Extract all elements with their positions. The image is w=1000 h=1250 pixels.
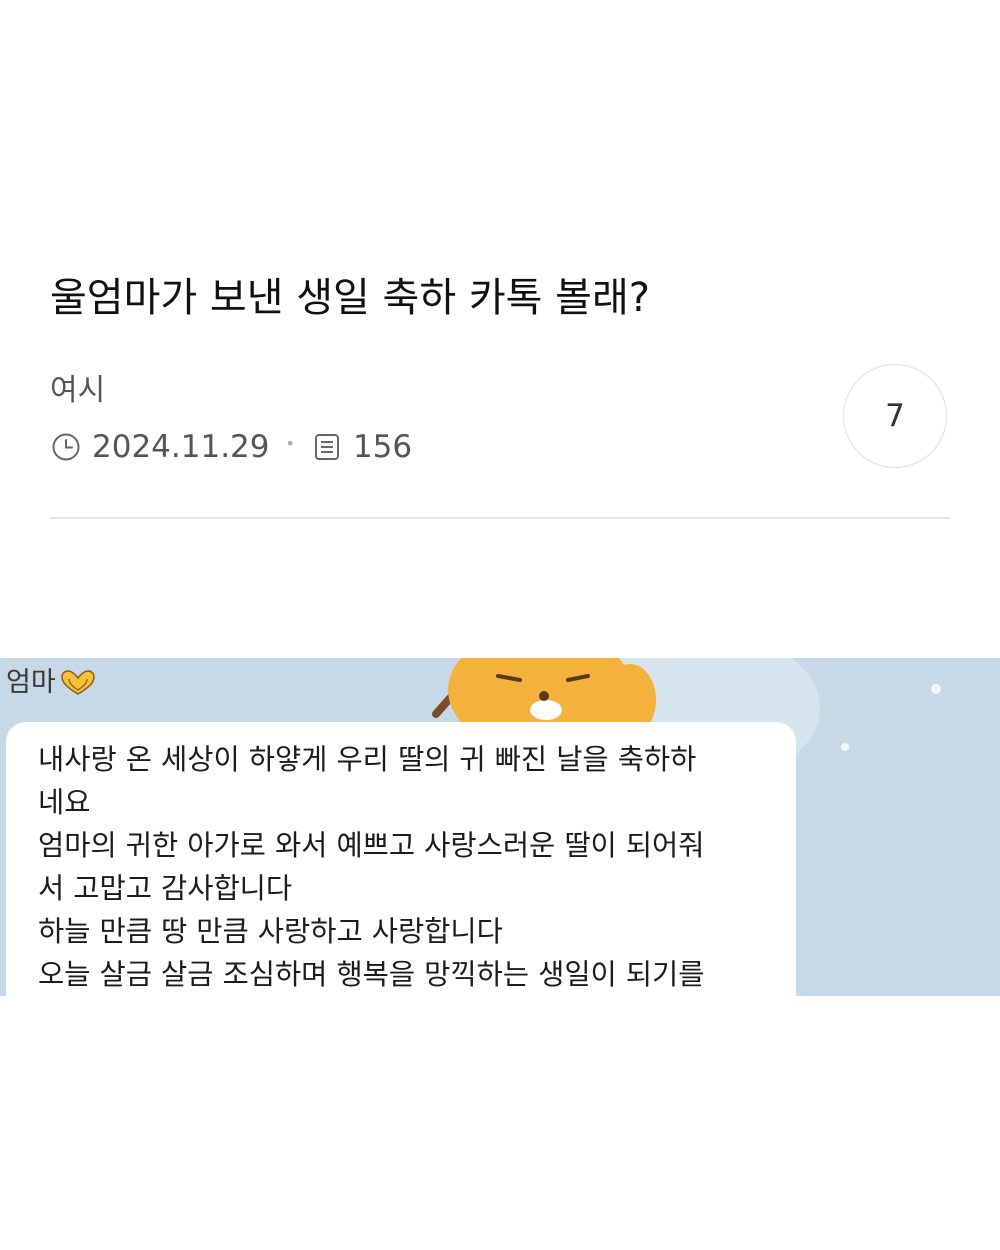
- post-title: 울엄마가 보낸 생일 축하 카톡 볼래?: [50, 275, 651, 321]
- sparkle-decoration: [931, 684, 941, 694]
- clock-icon: [50, 431, 82, 463]
- message-line: 오늘 살금 살금 조심하며 행복을 망끽하는 생일이 되기를: [38, 958, 705, 991]
- message-line: 서 고맙고 감사합니다: [38, 872, 293, 905]
- comment-count: 7: [885, 398, 905, 434]
- message-line: 내사랑 온 세상이 하얗게 우리 딸의 귀 빠진 날을 축하하: [38, 743, 697, 776]
- message-line: 엄마의 귀한 아가로 와서 예쁘고 사랑스러운 딸이 되어줘: [38, 829, 705, 862]
- meta-separator: •: [285, 433, 295, 453]
- message-line: 네요: [38, 786, 91, 819]
- post-date: 2024.11.29: [92, 429, 270, 465]
- chat-sender: 엄마: [6, 664, 96, 702]
- sparkle-decoration: [841, 743, 849, 751]
- heart-hands-icon: [60, 670, 96, 696]
- header-divider: [50, 517, 950, 519]
- sender-name: 엄마: [6, 667, 56, 698]
- document-list-icon: [311, 431, 343, 463]
- author-name[interactable]: 여시: [50, 370, 105, 412]
- post-meta: 2024.11.29 • 156: [50, 424, 412, 470]
- chat-screenshot: 엄마 내사랑 온 세상이 하얗게 우리 딸의 귀 빠진 날을 축하하 네요 엄마…: [0, 658, 1000, 996]
- message-line: 하늘 만큼 땅 만큼 사랑하고 사랑합니다: [38, 915, 503, 948]
- post-header: 울엄마가 보낸 생일 축하 카톡 볼래? 여시 2024.11.29 • 156…: [0, 0, 1000, 560]
- message-bubble[interactable]: 내사랑 온 세상이 하얗게 우리 딸의 귀 빠진 날을 축하하 네요 엄마의 귀…: [6, 722, 796, 996]
- view-count: 156: [352, 429, 413, 465]
- comment-count-button[interactable]: 7: [843, 364, 947, 468]
